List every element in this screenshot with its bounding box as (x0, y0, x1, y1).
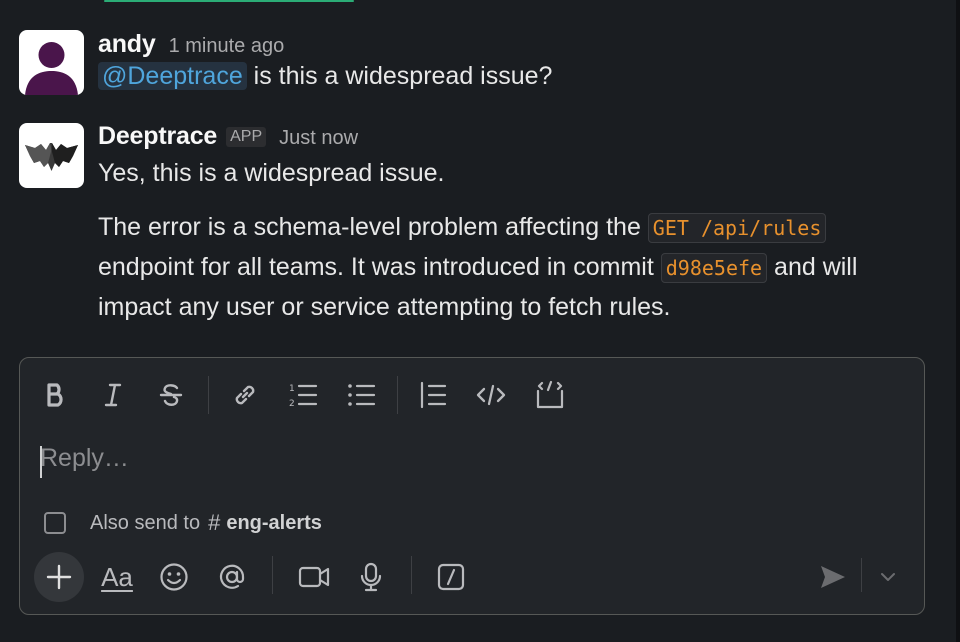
message-paragraph: endpoint for all teams. It was introduce… (98, 248, 928, 288)
toolbar-divider (208, 376, 209, 414)
reply-input[interactable]: Reply… (40, 444, 129, 473)
blockquote-button[interactable] (410, 372, 456, 418)
code-block-button[interactable] (527, 372, 573, 418)
message-text-body: is this a widespread issue? (246, 62, 553, 90)
strikethrough-icon (159, 384, 183, 406)
code-block-icon (536, 380, 564, 409)
channel-name[interactable]: eng-alerts (226, 512, 322, 535)
also-send-checkbox[interactable] (44, 512, 66, 534)
message-paragraph: impact any user or service attempting to… (98, 293, 671, 321)
text-segment: and will (767, 253, 858, 281)
toolbar-divider (397, 376, 398, 414)
format-icon: Aa (101, 561, 133, 592)
emoji-button[interactable] (151, 554, 197, 600)
italic-icon (104, 383, 122, 407)
message-paragraph: The error is a schema-level problem affe… (98, 208, 928, 248)
microphone-button[interactable] (348, 554, 394, 600)
slash-command-icon (437, 563, 465, 591)
user-mention[interactable]: @Deeptrace (98, 62, 247, 90)
bulleted-list-icon (348, 384, 376, 406)
message-paragraph: Yes, this is a widespread issue. (98, 159, 445, 187)
link-icon (235, 385, 255, 405)
code-button[interactable] (468, 372, 514, 418)
message-andy: andy 1 minute ago @Deeptrace is this a w… (19, 30, 939, 96)
blockquote-icon (420, 381, 447, 409)
message-content: Deeptrace APP Just now Yes, this is a wi… (98, 122, 928, 327)
send-icon (821, 566, 845, 588)
also-send-option: Also send to # eng-alerts (44, 510, 322, 536)
video-button[interactable] (291, 554, 337, 600)
app-badge: APP (226, 127, 267, 147)
plus-icon (46, 564, 72, 590)
toolbar-divider (272, 556, 273, 594)
avatar[interactable] (19, 30, 84, 95)
slash-command-button[interactable] (428, 554, 474, 600)
ordered-list-icon: 12 (289, 384, 318, 409)
bold-button[interactable] (33, 372, 79, 418)
bulleted-list-button[interactable] (338, 372, 384, 418)
toolbar-divider (861, 558, 862, 592)
attach-button[interactable] (34, 552, 84, 602)
user-avatar-icon (25, 42, 78, 95)
mention-button[interactable] (209, 554, 255, 600)
emoji-icon (160, 563, 188, 591)
author-name[interactable]: andy (98, 30, 156, 59)
bat-logo-icon (25, 143, 78, 171)
svg-text:2: 2 (289, 399, 295, 409)
bold-icon (47, 383, 63, 407)
ordered-list-button[interactable]: 12 (280, 372, 326, 418)
author-name[interactable]: Deeptrace (98, 122, 217, 151)
avatar[interactable] (19, 123, 84, 188)
microphone-icon (360, 562, 382, 592)
formatting-toolbar: 12 (20, 372, 924, 418)
also-send-label: Also send to (90, 511, 201, 534)
format-toggle-button[interactable]: Aa (94, 554, 140, 600)
text-segment: The error is a schema-level problem affe… (98, 213, 648, 241)
link-button[interactable] (222, 372, 268, 418)
window-edge (956, 0, 960, 642)
message-content: andy 1 minute ago @Deeptrace is this a w… (98, 30, 928, 96)
timestamp[interactable]: 1 minute ago (169, 35, 285, 58)
previous-message-accent (104, 0, 354, 2)
italic-button[interactable] (90, 372, 136, 418)
composer-actions: Aa (20, 552, 924, 602)
inline-code: d98e5efe (660, 253, 768, 283)
mention-icon (219, 564, 245, 589)
chevron-down-icon (881, 573, 895, 581)
code-icon (476, 384, 506, 406)
channel-hash-icon: # (208, 510, 221, 535)
toolbar-divider (411, 556, 412, 594)
send-button[interactable] (810, 554, 856, 600)
reply-composer: 12 Reply… Also send to # eng-alerts Aa (19, 357, 925, 615)
send-options-button[interactable] (865, 554, 911, 600)
message-text: @Deeptrace is this a widespread issue? (98, 57, 928, 96)
svg-text:1: 1 (289, 384, 295, 394)
text-segment: endpoint for all teams. It was introduce… (98, 253, 661, 281)
video-icon (298, 566, 330, 588)
message-deeptrace: Deeptrace APP Just now Yes, this is a wi… (19, 122, 939, 332)
inline-code: GET /api/rules (647, 213, 827, 243)
strikethrough-button[interactable] (148, 372, 194, 418)
timestamp[interactable]: Just now (279, 127, 358, 150)
